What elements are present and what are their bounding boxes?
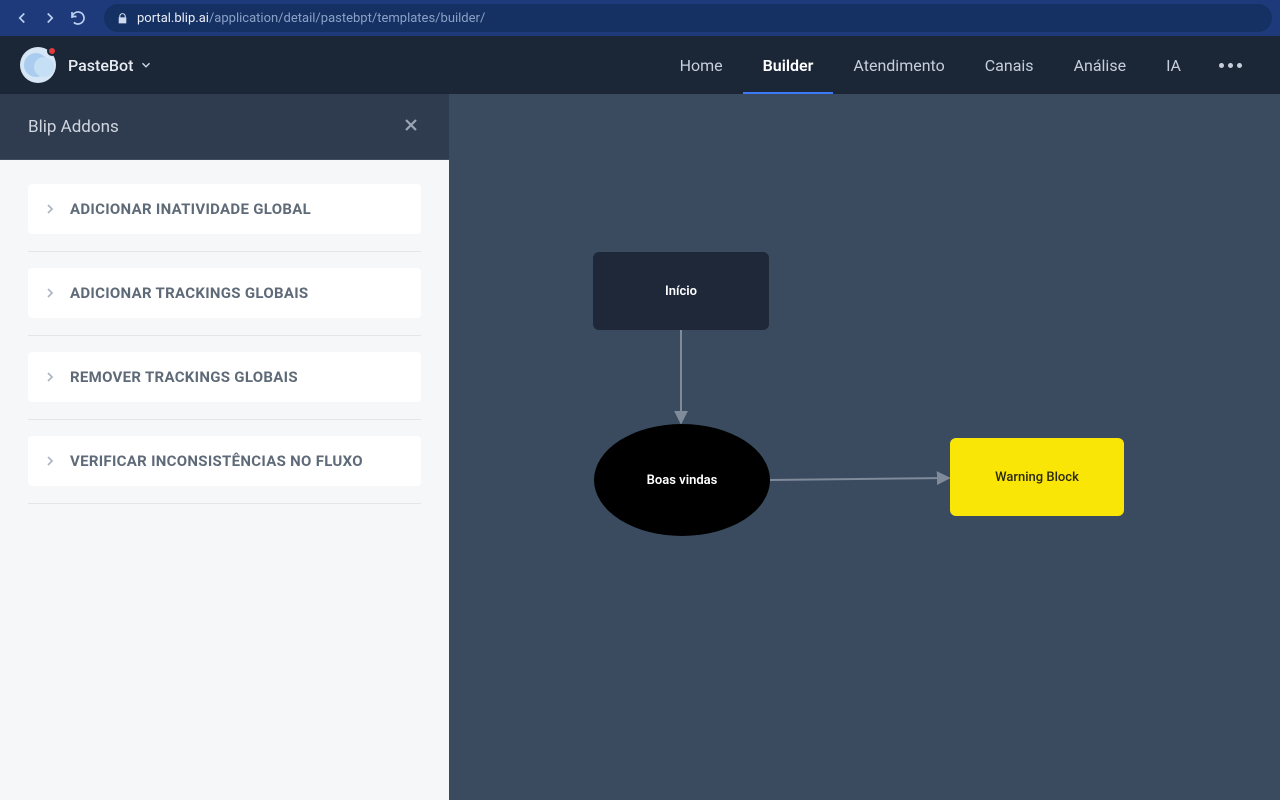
bot-switcher[interactable]: PasteBot [68, 56, 153, 75]
addon-item-add-trackings[interactable]: ADICIONAR TRACKINGS GLOBAIS [28, 268, 421, 318]
reload-button[interactable] [64, 4, 92, 32]
chevron-right-icon [42, 369, 58, 385]
chevron-right-icon [42, 285, 58, 301]
flow-canvas[interactable]: Início Boas vindas Warning Block [449, 94, 1280, 800]
node-label: Boas vindas [647, 473, 718, 488]
forward-button[interactable] [36, 4, 64, 32]
flow-edges [449, 94, 1280, 800]
url-host: portal.blip.ai [137, 11, 209, 26]
chevron-down-icon [139, 58, 153, 72]
nav-home[interactable]: Home [660, 36, 743, 94]
addon-item-verify-inconsistencies[interactable]: VERIFICAR INCONSISTÊNCIAS NO FLUXO [28, 436, 421, 486]
more-menu-button[interactable] [1201, 63, 1260, 68]
lock-icon [116, 12, 129, 25]
node-label: Warning Block [995, 470, 1079, 485]
nav-analise[interactable]: Análise [1054, 36, 1147, 94]
addon-item-remove-trackings[interactable]: REMOVER TRACKINGS GLOBAIS [28, 352, 421, 402]
addon-item-label: ADICIONAR TRACKINGS GLOBAIS [70, 284, 308, 302]
primary-nav: Home Builder Atendimento Canais Análise … [660, 36, 1260, 94]
chevron-right-icon [42, 453, 58, 469]
flow-node-warning[interactable]: Warning Block [950, 438, 1124, 516]
addon-item-label: VERIFICAR INCONSISTÊNCIAS NO FLUXO [70, 452, 363, 470]
notification-dot-icon [47, 46, 57, 56]
url-path: /application/detail/pastebpt/templates/b… [209, 11, 485, 26]
addon-list: ADICIONAR INATIVIDADE GLOBAL ADICIONAR T… [0, 160, 449, 544]
nav-atendimento[interactable]: Atendimento [833, 36, 964, 94]
nav-ia[interactable]: IA [1146, 36, 1201, 94]
addon-item-label: REMOVER TRACKINGS GLOBAIS [70, 368, 298, 386]
node-label: Início [665, 284, 697, 299]
sidebar-title: Blip Addons [28, 117, 119, 137]
close-sidebar-button[interactable] [401, 115, 421, 139]
close-icon [401, 115, 421, 135]
dots-icon [1219, 63, 1224, 68]
app-header: PasteBot Home Builder Atendimento Canais… [0, 36, 1280, 94]
addon-item-inatividade[interactable]: ADICIONAR INATIVIDADE GLOBAL [28, 184, 421, 234]
sidebar-header: Blip Addons [0, 94, 449, 160]
nav-canais[interactable]: Canais [965, 36, 1054, 94]
back-button[interactable] [8, 4, 36, 32]
dots-icon [1228, 63, 1233, 68]
address-bar[interactable]: portal.blip.ai /application/detail/paste… [104, 4, 1272, 32]
addons-sidebar: Blip Addons ADICIONAR INATIVIDADE GLOBAL… [0, 94, 449, 800]
dots-icon [1237, 63, 1242, 68]
flow-node-inicio[interactable]: Início [593, 252, 769, 330]
addon-item-label: ADICIONAR INATIVIDADE GLOBAL [70, 200, 311, 218]
bot-avatar-wrapper[interactable] [20, 47, 56, 83]
browser-toolbar: portal.blip.ai /application/detail/paste… [0, 0, 1280, 36]
workspace: Blip Addons ADICIONAR INATIVIDADE GLOBAL… [0, 94, 1280, 800]
chevron-right-icon [42, 201, 58, 217]
nav-builder[interactable]: Builder [743, 36, 834, 94]
flow-node-boas-vindas[interactable]: Boas vindas [594, 424, 770, 536]
bot-name-label: PasteBot [68, 56, 133, 75]
